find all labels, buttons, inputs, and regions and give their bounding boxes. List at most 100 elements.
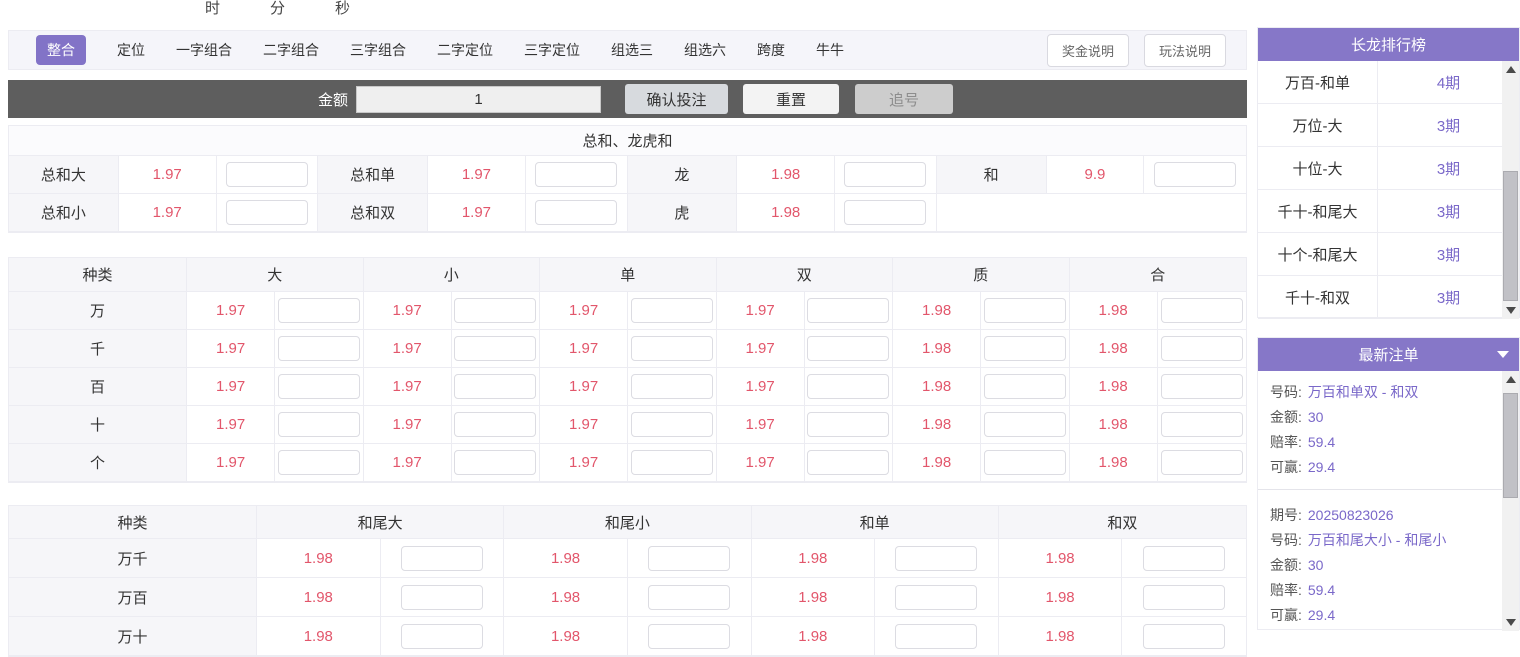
bet-amount-input[interactable]	[278, 336, 360, 361]
bet-amount-input[interactable]	[401, 546, 483, 571]
bet-amount-input[interactable]	[1143, 624, 1225, 649]
bet-amount-input[interactable]	[631, 336, 713, 361]
bet-type-label: 万千	[9, 539, 257, 578]
bet-amount-input[interactable]	[807, 298, 889, 323]
bet-amount-input[interactable]	[535, 162, 617, 187]
bet-amount-input[interactable]	[1143, 546, 1225, 571]
bet-amount-input[interactable]	[1161, 450, 1243, 475]
scrollbar-thumb[interactable]	[1503, 393, 1518, 498]
bonus-info-button[interactable]: 奖金说明	[1047, 34, 1129, 67]
bet-amount-input[interactable]	[984, 298, 1066, 323]
bet-amount-input[interactable]	[1161, 374, 1243, 399]
streak-count: 3期	[1378, 147, 1519, 190]
bet-amount-input[interactable]	[895, 585, 977, 610]
table-row: 万千1.981.981.981.98	[9, 539, 1246, 578]
bet-amount-input[interactable]	[984, 450, 1066, 475]
tab-二字组合[interactable]: 二字组合	[263, 40, 319, 60]
amount-input[interactable]	[356, 86, 601, 113]
scroll-down-icon[interactable]	[1502, 302, 1519, 319]
scroll-up-icon[interactable]	[1502, 371, 1519, 388]
bet-amount-input[interactable]	[807, 450, 889, 475]
bet-amount-input[interactable]	[226, 200, 308, 225]
bet-amount-input[interactable]	[401, 624, 483, 649]
bet-amount-input[interactable]	[278, 298, 360, 323]
bet-amount-input[interactable]	[648, 624, 730, 649]
bet-amount-input[interactable]	[535, 200, 617, 225]
bet-amount-input[interactable]	[454, 450, 536, 475]
scroll-down-icon[interactable]	[1502, 614, 1519, 631]
bet-amount-input[interactable]	[844, 200, 926, 225]
tab-三字定位[interactable]: 三字定位	[524, 40, 580, 60]
bet-amount-input[interactable]	[278, 450, 360, 475]
tab-二字定位[interactable]: 二字定位	[437, 40, 493, 60]
bet-amount-input[interactable]	[278, 412, 360, 437]
tab-跨度[interactable]: 跨度	[757, 40, 785, 60]
bet-amount-cell	[452, 444, 540, 482]
play-rules-button[interactable]: 玩法说明	[1144, 34, 1226, 67]
bet-amount-input[interactable]	[807, 336, 889, 361]
bet-amount-input[interactable]	[807, 412, 889, 437]
bet-amount-input[interactable]	[648, 546, 730, 571]
bet-amount-input[interactable]	[1161, 412, 1243, 437]
bet-amount-input[interactable]	[226, 162, 308, 187]
bet-amount-input[interactable]	[1161, 298, 1243, 323]
scrollbar-thumb[interactable]	[1503, 171, 1518, 301]
bet-amount-cell	[381, 539, 505, 578]
tab-组选三[interactable]: 组选三	[611, 40, 653, 60]
bet-amount-input[interactable]	[1143, 585, 1225, 610]
bet-amount-cell	[1122, 539, 1246, 578]
bet-type-label: 总和双	[318, 194, 428, 232]
odds-value: 1.98	[752, 578, 876, 617]
bet-amount-input[interactable]	[454, 374, 536, 399]
tab-一字组合[interactable]: 一字组合	[176, 40, 232, 60]
orders-scrollbar[interactable]	[1502, 371, 1519, 631]
order-field-value: 万百和尾大小 - 和尾小	[1308, 530, 1446, 550]
column-header: 小	[364, 258, 541, 292]
chase-number-button[interactable]: 追号	[855, 84, 953, 114]
collapse-caret-icon[interactable]	[1497, 351, 1509, 358]
odds-value: 1.98	[893, 368, 981, 406]
reset-button[interactable]: 重置	[743, 84, 839, 114]
tab-组选六[interactable]: 组选六	[684, 40, 726, 60]
table-row: 总和大1.97总和单1.97龙1.98和9.9	[9, 156, 1246, 194]
latest-orders-panel: 最新注单 号码:万百和单双 - 和双金额:30赔率:59.4可赢:29.4期号:…	[1257, 337, 1520, 630]
bet-amount-input[interactable]	[648, 585, 730, 610]
bet-amount-cell	[452, 368, 540, 406]
bet-amount-input[interactable]	[807, 374, 889, 399]
tab-定位[interactable]: 定位	[117, 40, 145, 60]
bet-amount-input[interactable]	[895, 546, 977, 571]
bet-amount-input[interactable]	[984, 374, 1066, 399]
confirm-bet-button[interactable]: 确认投注	[625, 84, 728, 114]
tab-整合[interactable]: 整合	[36, 35, 86, 65]
bet-amount-input[interactable]	[278, 374, 360, 399]
bet-amount-input[interactable]	[454, 412, 536, 437]
bet-amount-input[interactable]	[454, 336, 536, 361]
odds-value: 1.98	[257, 617, 381, 656]
column-header: 和尾大	[257, 506, 504, 539]
odds-value: 1.98	[737, 194, 835, 232]
bet-amount-input[interactable]	[895, 624, 977, 649]
bet-amount-input[interactable]	[844, 162, 926, 187]
bet-amount-input[interactable]	[631, 374, 713, 399]
bet-amount-cell	[275, 368, 363, 406]
bet-amount-input[interactable]	[1154, 162, 1236, 187]
bet-amount-cell	[526, 194, 628, 232]
tab-三字组合[interactable]: 三字组合	[350, 40, 406, 60]
streak-name: 十位-大	[1258, 147, 1378, 190]
bet-amount-input[interactable]	[631, 298, 713, 323]
bet-amount-input[interactable]	[984, 336, 1066, 361]
bet-amount-cell	[981, 292, 1069, 330]
tab-牛牛[interactable]: 牛牛	[816, 40, 844, 60]
bet-amount-cell	[628, 406, 716, 444]
bet-amount-input[interactable]	[984, 412, 1066, 437]
bet-amount-input[interactable]	[401, 585, 483, 610]
streak-panel-header: 长龙排行榜	[1258, 28, 1519, 61]
bet-amount-input[interactable]	[454, 298, 536, 323]
streak-scrollbar[interactable]	[1502, 61, 1519, 319]
bet-amount-input[interactable]	[631, 450, 713, 475]
order-line: 期号:20250823026	[1270, 502, 1502, 527]
orders-panel-body: 号码:万百和单双 - 和双金额:30赔率:59.4可赢:29.4期号:20250…	[1258, 371, 1519, 631]
scroll-up-icon[interactable]	[1502, 61, 1519, 78]
bet-amount-input[interactable]	[1161, 336, 1243, 361]
bet-amount-input[interactable]	[631, 412, 713, 437]
